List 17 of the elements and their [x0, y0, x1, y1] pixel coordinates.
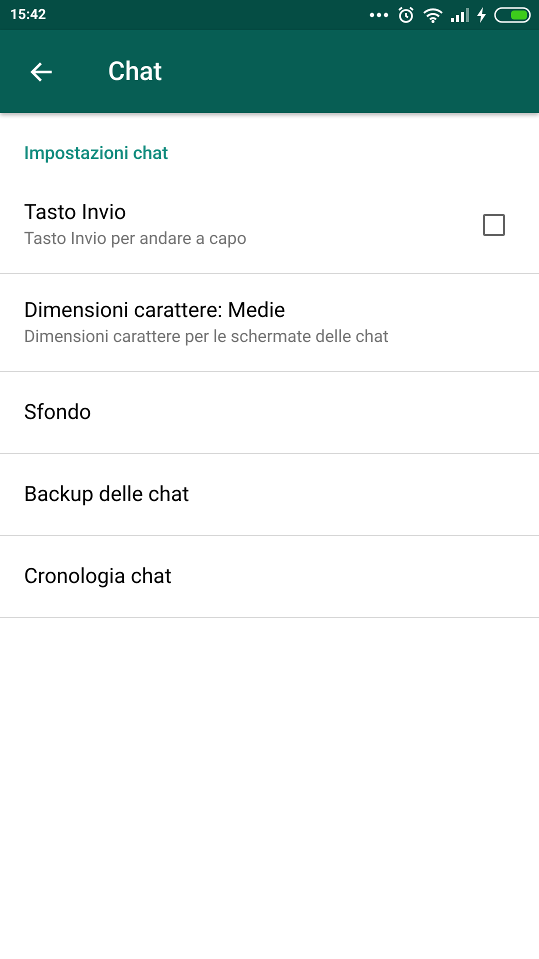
setting-title[interactable]: Backup delle chat [24, 482, 515, 506]
signal-icon [451, 8, 469, 22]
checkbox[interactable] [483, 214, 505, 236]
setting-title[interactable]: Sfondo [24, 400, 515, 424]
setting-description: Tasto Invio per andare a capo [24, 228, 248, 248]
wifi-icon [423, 8, 443, 22]
charging-icon [477, 7, 486, 23]
setting-title[interactable]: Cronologia chat [24, 564, 515, 588]
battery-icon [494, 7, 531, 23]
section-header: Impostazioni chat [23, 142, 170, 164]
setting-description: Dimensioni carattere per le schermate delle chat [24, 326, 390, 346]
setting-title[interactable]: Dimensioni carattere: Medie [24, 298, 515, 322]
more-icon [369, 12, 389, 18]
alarm-icon [397, 6, 415, 24]
setting-title[interactable]: Tasto Invio [24, 200, 483, 224]
status-time: 15:42 [10, 7, 48, 23]
screen-title: Chat [108, 56, 162, 86]
